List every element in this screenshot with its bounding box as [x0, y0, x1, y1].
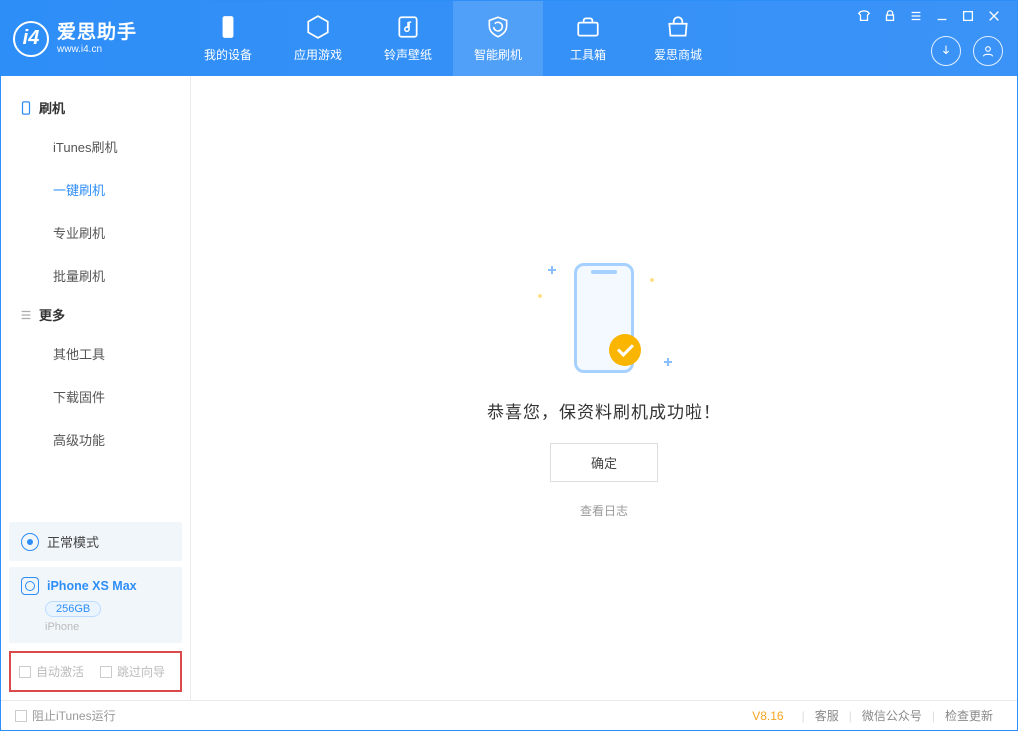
- device-type: iPhone: [45, 621, 170, 633]
- dot-icon: [650, 278, 654, 282]
- dot-icon: [538, 294, 542, 298]
- app-logo: i4 爱思助手 www.i4.cn: [13, 21, 183, 57]
- refresh-shield-icon: [485, 14, 511, 40]
- device-storage: 256GB: [45, 601, 101, 617]
- nav-tab-label: 工具箱: [570, 46, 606, 63]
- nav-tab-label: 智能刷机: [474, 46, 522, 63]
- sidebar-item-oneclick-flash[interactable]: 一键刷机: [1, 168, 190, 211]
- logo-icon: i4: [13, 21, 49, 57]
- checkbox-icon: [100, 666, 112, 678]
- nav-tabs: 我的设备 应用游戏 铃声壁纸 智能刷机 工具箱: [183, 1, 723, 76]
- sidebar-item-download-firmware[interactable]: 下载固件: [1, 375, 190, 418]
- sparkle-icon: [548, 266, 556, 274]
- sidebar-item-other-tools[interactable]: 其他工具: [1, 332, 190, 375]
- sparkle-icon: [664, 358, 672, 366]
- sidebar: 刷机 iTunes刷机 一键刷机 专业刷机 批量刷机 更多 其他工具 下载固件 …: [1, 76, 191, 700]
- sidebar-section-flash: 刷机: [1, 90, 190, 125]
- nav-tab-label: 应用游戏: [294, 46, 342, 63]
- sidebar-section-title: 更多: [39, 305, 65, 324]
- check-badge-icon: [609, 334, 641, 366]
- app-url: www.i4.cn: [57, 44, 137, 56]
- toolbox-icon: [575, 14, 601, 40]
- success-message: 恭喜您，保资料刷机成功啦！: [487, 398, 721, 423]
- version-label: V8.16: [752, 709, 783, 723]
- highlighted-checkbox-row: 自动激活 跳过向导: [9, 651, 182, 692]
- sidebar-item-advanced[interactable]: 高级功能: [1, 418, 190, 461]
- checkbox-label: 自动激活: [36, 663, 84, 680]
- footer: 阻止iTunes运行 V8.16 | 客服 | 微信公众号 | 检查更新: [1, 700, 1017, 730]
- mode-icon: [21, 533, 39, 551]
- sidebar-item-batch-flash[interactable]: 批量刷机: [1, 254, 190, 297]
- sidebar-section-more: 更多: [1, 297, 190, 332]
- cube-icon: [305, 14, 331, 40]
- lock-icon[interactable]: [881, 7, 899, 25]
- checkbox-icon: [19, 666, 31, 678]
- device-phone-icon: [21, 577, 39, 595]
- checkbox-skip-wizard[interactable]: 跳过向导: [100, 663, 165, 680]
- sidebar-item-pro-flash[interactable]: 专业刷机: [1, 211, 190, 254]
- checkbox-label: 跳过向导: [117, 663, 165, 680]
- nav-tab-mydevice[interactable]: 我的设备: [183, 1, 273, 76]
- user-button[interactable]: [973, 36, 1003, 66]
- close-icon[interactable]: [985, 7, 1003, 25]
- success-illustration: [524, 258, 684, 378]
- nav-tab-label: 铃声壁纸: [384, 46, 432, 63]
- shirt-icon[interactable]: [855, 7, 873, 25]
- maximize-icon[interactable]: [959, 7, 977, 25]
- download-button[interactable]: [931, 36, 961, 66]
- nav-tab-label: 我的设备: [204, 46, 252, 63]
- checkbox-block-itunes[interactable]: 阻止iTunes运行: [15, 707, 116, 724]
- wechat-link[interactable]: 微信公众号: [852, 707, 932, 724]
- music-icon: [395, 14, 421, 40]
- phone-illustration-icon: [574, 263, 634, 373]
- nav-tab-toolbox[interactable]: 工具箱: [543, 1, 633, 76]
- device-card[interactable]: iPhone XS Max 256GB iPhone: [9, 567, 182, 643]
- mode-card[interactable]: 正常模式: [9, 522, 182, 561]
- support-link[interactable]: 客服: [805, 707, 849, 724]
- window-controls: [855, 7, 1003, 25]
- list-icon: [19, 308, 33, 322]
- sidebar-section-title: 刷机: [39, 98, 65, 117]
- mode-label: 正常模式: [47, 532, 99, 551]
- ok-button[interactable]: 确定: [550, 443, 658, 482]
- checkbox-auto-activate[interactable]: 自动激活: [19, 663, 84, 680]
- app-title: 爱思助手: [57, 22, 137, 44]
- checkbox-icon: [15, 710, 27, 722]
- phone-icon: [215, 14, 241, 40]
- device-icon: [19, 101, 33, 115]
- nav-tab-label: 爱思商城: [654, 46, 702, 63]
- nav-tab-ringtones[interactable]: 铃声壁纸: [363, 1, 453, 76]
- store-icon: [665, 14, 691, 40]
- main-content: 恭喜您，保资料刷机成功啦！ 确定 查看日志: [191, 76, 1017, 700]
- view-log-link[interactable]: 查看日志: [580, 502, 628, 519]
- minimize-icon[interactable]: [933, 7, 951, 25]
- nav-tab-flash[interactable]: 智能刷机: [453, 1, 543, 76]
- device-name: iPhone XS Max: [47, 579, 137, 593]
- nav-tab-store[interactable]: 爱思商城: [633, 1, 723, 76]
- check-update-link[interactable]: 检查更新: [935, 707, 1003, 724]
- header: i4 爱思助手 www.i4.cn 我的设备 应用游戏 铃声壁纸: [1, 1, 1017, 76]
- checkbox-label: 阻止iTunes运行: [32, 707, 116, 724]
- menu-icon[interactable]: [907, 7, 925, 25]
- sidebar-item-itunes-flash[interactable]: iTunes刷机: [1, 125, 190, 168]
- nav-tab-apps[interactable]: 应用游戏: [273, 1, 363, 76]
